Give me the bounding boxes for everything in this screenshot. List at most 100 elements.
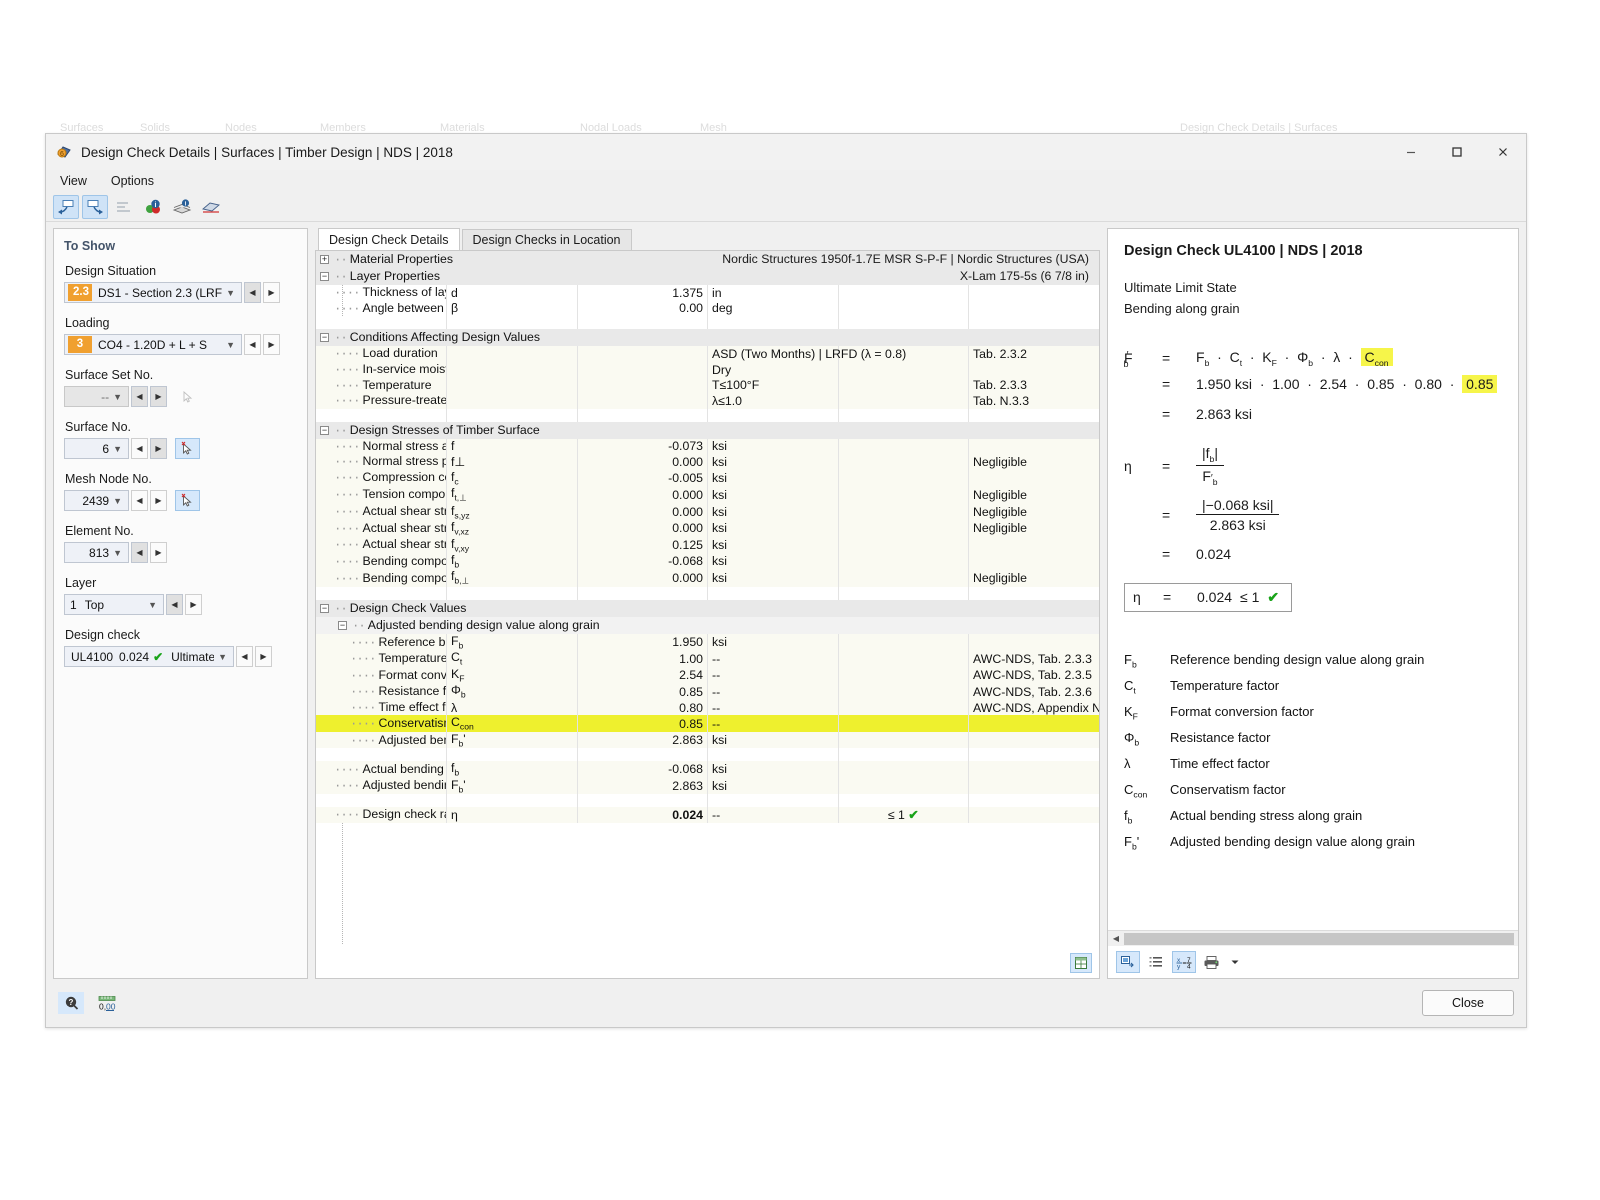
next-detail-button[interactable] xyxy=(82,194,108,219)
table-group-header[interactable]: − ·· Conditions Affecting Design Values xyxy=(316,329,1099,347)
detail-list-button[interactable] xyxy=(1144,951,1168,973)
design-check-next-button[interactable]: ▶ xyxy=(255,646,272,667)
table-group-header[interactable]: − ·· Layer Properties X-Lam 175-5s (6 7/8 i… xyxy=(316,268,1099,285)
table-row[interactable]: ····Adjusted bending design value along … xyxy=(316,777,1099,795)
table-row[interactable]: ····Bending component of normal stress a… xyxy=(316,553,1099,570)
row-check xyxy=(838,377,969,393)
legend-text: Actual bending stress along grain xyxy=(1170,807,1363,823)
surface-set-no-select[interactable]: -- ▼ xyxy=(64,386,129,407)
export-to-report-button[interactable] xyxy=(1116,951,1140,973)
table-row[interactable]: ····Adjusted bending design value along … xyxy=(316,731,1099,749)
table-row[interactable]: ····Time effect factorλ0.80-- AWC-NDS, Ap… xyxy=(316,699,1099,716)
mesh-node-no-next-button[interactable]: ▶ xyxy=(150,490,167,511)
collapse-icon[interactable]: − xyxy=(320,603,329,613)
close-button[interactable]: Close xyxy=(1422,990,1514,1016)
row-check xyxy=(838,503,969,521)
layer-select[interactable]: 1 Top ▼ xyxy=(64,594,164,615)
scroll-left-icon[interactable]: ◀ xyxy=(1108,931,1124,946)
design-situation-prev-button[interactable]: ◀ xyxy=(244,282,261,303)
table-row[interactable]: ····Resistance factorΦb0.85-- AWC-NDS, Ta… xyxy=(316,683,1099,700)
print-dropdown-button[interactable] xyxy=(1228,951,1242,973)
collapse-icon[interactable]: − xyxy=(320,272,329,281)
close-window-button[interactable] xyxy=(1480,134,1526,170)
table-group-header[interactable]: − ·· Design Check Values xyxy=(316,599,1099,617)
row-description: ····In-service moisture condition xyxy=(316,361,447,378)
print-button[interactable] xyxy=(1200,951,1224,973)
element-no-prev-button[interactable]: ◀ xyxy=(131,542,148,563)
table-settings-button[interactable] xyxy=(1070,953,1092,973)
table-row[interactable]: ····Angle between surface x-axis and dir… xyxy=(316,300,1099,317)
design-check-select[interactable]: UL4100 0.024 ✔ Ultimate Limit ... ▼ xyxy=(64,646,234,667)
surface-no-pick-button[interactable] xyxy=(175,438,200,459)
table-group-header[interactable]: + ·· Material Properties Nordic Structures … xyxy=(316,251,1099,268)
design-check-prev-button[interactable]: ◀ xyxy=(236,646,253,667)
table-row[interactable]: ····Bending component of normal stress p… xyxy=(316,569,1099,587)
mesh-node-no-select[interactable]: 2439 ▼ xyxy=(64,490,129,511)
table-group-header[interactable]: − ·· Adjusted bending design value along g… xyxy=(316,616,1099,634)
table-group-header[interactable]: − ·· Design Stresses of Timber Surface xyxy=(316,421,1099,439)
loading-select[interactable]: 3 CO4 - 1.20D + L + S ▼ xyxy=(64,334,242,355)
table-row[interactable]: ···· Load duration ASD (Two Months) | LRFD… xyxy=(316,346,1099,362)
design-situation-select[interactable]: 2.3 DS1 - Section 2.3 (LRFD), 1. t... ▼ xyxy=(64,282,242,303)
list-view-button[interactable] xyxy=(111,195,137,219)
surface-set-no-prev-button[interactable]: ◀ xyxy=(131,386,148,407)
loading-next-button[interactable]: ▶ xyxy=(263,334,280,355)
svg-text:=: = xyxy=(1183,960,1187,967)
menu-options[interactable]: Options xyxy=(107,172,158,190)
formula-scroll-area[interactable]: Design Check UL4100 | NDS | 2018 Ultimat… xyxy=(1108,229,1518,930)
tab-design-check-details[interactable]: Design Check Details xyxy=(318,228,460,250)
surface-no-prev-button[interactable]: ◀ xyxy=(131,438,148,459)
table-row[interactable]: ····Temperature factorCt1.00-- AWC-NDS, T… xyxy=(316,650,1099,667)
element-no-next-button[interactable]: ▶ xyxy=(150,542,167,563)
table-row[interactable]: ····Conservatism factorCcon0.85-- xyxy=(316,715,1099,732)
design-situation-next-button[interactable]: ▶ xyxy=(263,282,280,303)
previous-detail-button[interactable] xyxy=(53,194,79,219)
table-row[interactable]: ····Actual bending stress along grainfb-… xyxy=(316,761,1099,778)
surface-set-no-pick-button[interactable] xyxy=(175,386,200,407)
table-row[interactable]: ····Reference bending design value along… xyxy=(316,633,1099,651)
collapse-icon[interactable]: − xyxy=(320,333,329,343)
element-no-select[interactable]: 813 ▼ xyxy=(64,542,129,563)
tab-design-checks-in-location[interactable]: Design Checks in Location xyxy=(461,229,632,250)
table-row[interactable]: ····Design check ratioη0.024--≤ 1 ✔ xyxy=(316,807,1099,823)
table-row[interactable]: ····Format conversion factorKF2.54-- AWC-… xyxy=(316,666,1099,684)
mesh-node-no-pick-button[interactable] xyxy=(175,490,200,511)
table-row[interactable]: ···· Pressure-treated λ≤1.0 Tab. N.3.3 xyxy=(316,392,1099,409)
table-row[interactable]: ····Compression component of normal stre… xyxy=(316,469,1099,487)
scrollbar-thumb[interactable] xyxy=(1124,932,1514,945)
main-toolbar: i i xyxy=(46,192,1526,222)
collapse-icon[interactable]: − xyxy=(338,620,347,630)
formula-horizontal-scrollbar[interactable]: ◀ xyxy=(1108,930,1518,946)
mesh-node-no-prev-button[interactable]: ◀ xyxy=(131,490,148,511)
table-row[interactable]: ····Actual shear stress in xz-planefv,xz… xyxy=(316,520,1099,537)
table-row[interactable]: ····Thickness of layerd1.375in xyxy=(316,285,1099,301)
table-row[interactable]: ····Normal stress perpendicular to grain… xyxy=(316,454,1099,470)
layer-prev-button[interactable]: ◀ xyxy=(166,594,183,615)
surface-set-no-next-button[interactable]: ▶ xyxy=(150,386,167,407)
formula-display-button[interactable]: x y = 7 4 xyxy=(1172,951,1196,973)
table-row[interactable]: ····Actual shear stress in yz-planefs,yz… xyxy=(316,503,1099,521)
maximize-button[interactable] xyxy=(1434,134,1480,170)
table-row[interactable]: ····In-service moisture condition Dry xyxy=(316,361,1099,378)
surface-no-next-button[interactable]: ▶ xyxy=(150,438,167,459)
layer-next-button[interactable]: ▶ xyxy=(185,594,202,615)
table-row[interactable]: ····Tension component of normal stress p… xyxy=(316,486,1099,504)
export-surface-button[interactable] xyxy=(198,195,224,219)
design-check-table-scroll[interactable]: + ·· Material Properties Nordic Structures … xyxy=(316,251,1099,944)
row-unit: ksi xyxy=(707,469,839,487)
print-info-button[interactable]: i xyxy=(169,195,195,219)
menu-view[interactable]: View xyxy=(56,172,91,190)
table-row[interactable]: ····Actual shear stress in xy-planefv,xy… xyxy=(316,536,1099,554)
table-row[interactable]: ····Normal stress along grainf-0.073ksi xyxy=(316,438,1099,455)
help-button[interactable]: ? xyxy=(58,992,84,1014)
symbol-legend: Fb Reference bending design value along g… xyxy=(1124,652,1502,860)
table-row[interactable]: ···· Temperature T≤100°F Tab. 2.3.3 xyxy=(316,377,1099,393)
expand-icon[interactable]: + xyxy=(320,255,329,264)
color-info-button[interactable]: i xyxy=(140,195,166,219)
surface-no-select[interactable]: 6 ▼ xyxy=(64,438,129,459)
collapse-icon[interactable]: − xyxy=(320,425,329,435)
loading-prev-button[interactable]: ◀ xyxy=(244,334,261,355)
minimize-button[interactable] xyxy=(1388,134,1434,170)
legend-text: Format conversion factor xyxy=(1170,703,1314,719)
units-button[interactable]: 0, 00 xyxy=(94,992,120,1014)
